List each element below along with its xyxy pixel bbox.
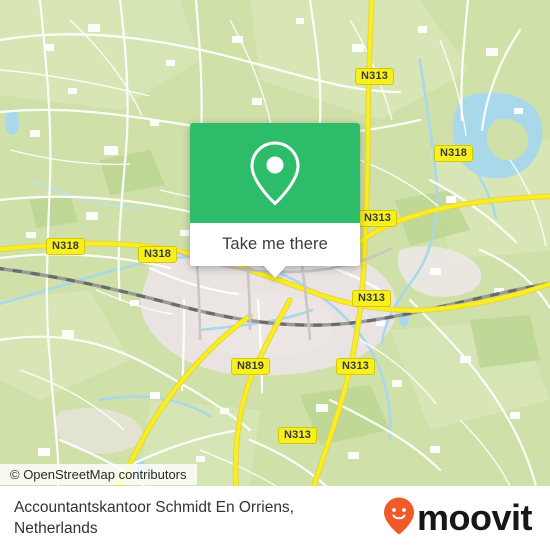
place-name: Accountantskantoor Schmidt En Orriens, <box>14 499 294 516</box>
road-shield-n313-mid-east: N313 <box>358 210 398 227</box>
road-shield-n318-east: N318 <box>434 145 474 162</box>
map-screenshot-page: N313 N318 N313 N318 N318 N313 N819 N313 … <box>0 0 550 550</box>
road-shield-n313-center-east: N313 <box>352 290 392 307</box>
map-canvas[interactable]: N313 N318 N313 N318 N318 N313 N819 N313 … <box>0 0 550 486</box>
popup-pointer-tail <box>263 265 287 278</box>
take-me-there-label: Take me there <box>222 235 328 253</box>
moovit-logo[interactable]: moovit <box>383 496 533 541</box>
map-pin-icon <box>248 140 302 206</box>
page-footer: Accountantskantoor Schmidt En Orriens, N… <box>0 486 550 550</box>
road-shield-n313-north: N313 <box>355 68 395 85</box>
place-region: Netherlands <box>14 520 98 537</box>
location-popup-action[interactable]: Take me there <box>190 223 360 266</box>
moovit-wordmark: moovit <box>416 497 533 538</box>
road-shield-n313-south: N313 <box>278 427 318 444</box>
location-popup[interactable]: Take me there <box>190 123 360 278</box>
road-shield-n313-south-east: N313 <box>336 358 376 375</box>
road-shield-n318-center-west: N318 <box>138 246 178 263</box>
moovit-smiley-pin-icon <box>383 496 415 541</box>
location-popup-header <box>190 123 360 223</box>
road-shield-n819: N819 <box>231 358 271 375</box>
place-name-block: Accountantskantoor Schmidt En Orriens, N… <box>14 497 294 539</box>
map-attribution[interactable]: © OpenStreetMap contributors <box>0 464 197 485</box>
map-attribution-text: © OpenStreetMap contributors <box>10 467 187 482</box>
road-shield-n318-west: N318 <box>46 238 86 255</box>
location-popup-card[interactable]: Take me there <box>190 123 360 266</box>
